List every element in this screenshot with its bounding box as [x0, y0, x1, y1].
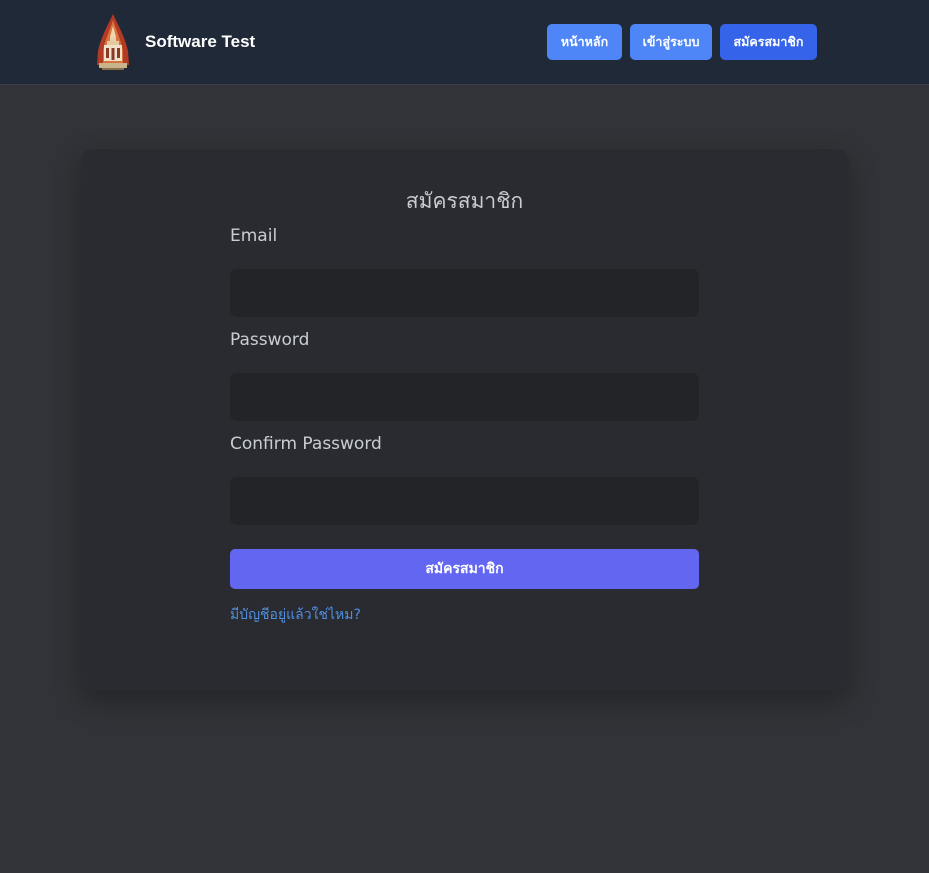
- already-have-account-link[interactable]: มีบัญชีอยู่แล้วใช่ไหม?: [230, 604, 361, 626]
- top-navbar: Software Test หน้าหลัก เข้าสู่ระบบ สมัคร…: [0, 0, 929, 85]
- brand-home-link[interactable]: Software Test: [95, 13, 255, 71]
- email-label: Email: [230, 226, 278, 246]
- password-field[interactable]: [230, 373, 699, 421]
- email-field[interactable]: [230, 269, 699, 317]
- app-name: Software Test: [145, 32, 256, 51]
- confirm-password-label: Confirm Password: [230, 434, 382, 454]
- register-submit-button[interactable]: สมัครสมาชิก: [230, 549, 699, 589]
- nav-login-button[interactable]: เข้าสู่ระบบ: [630, 24, 712, 60]
- temple-crest-logo-icon: [97, 14, 129, 70]
- confirm-password-field[interactable]: [230, 477, 699, 525]
- nav-home-button[interactable]: หน้าหลัก: [547, 24, 622, 60]
- form-title: สมัครสมาชิก: [405, 189, 524, 213]
- nav-register-button[interactable]: สมัครสมาชิก: [720, 24, 817, 60]
- password-label: Password: [230, 330, 310, 350]
